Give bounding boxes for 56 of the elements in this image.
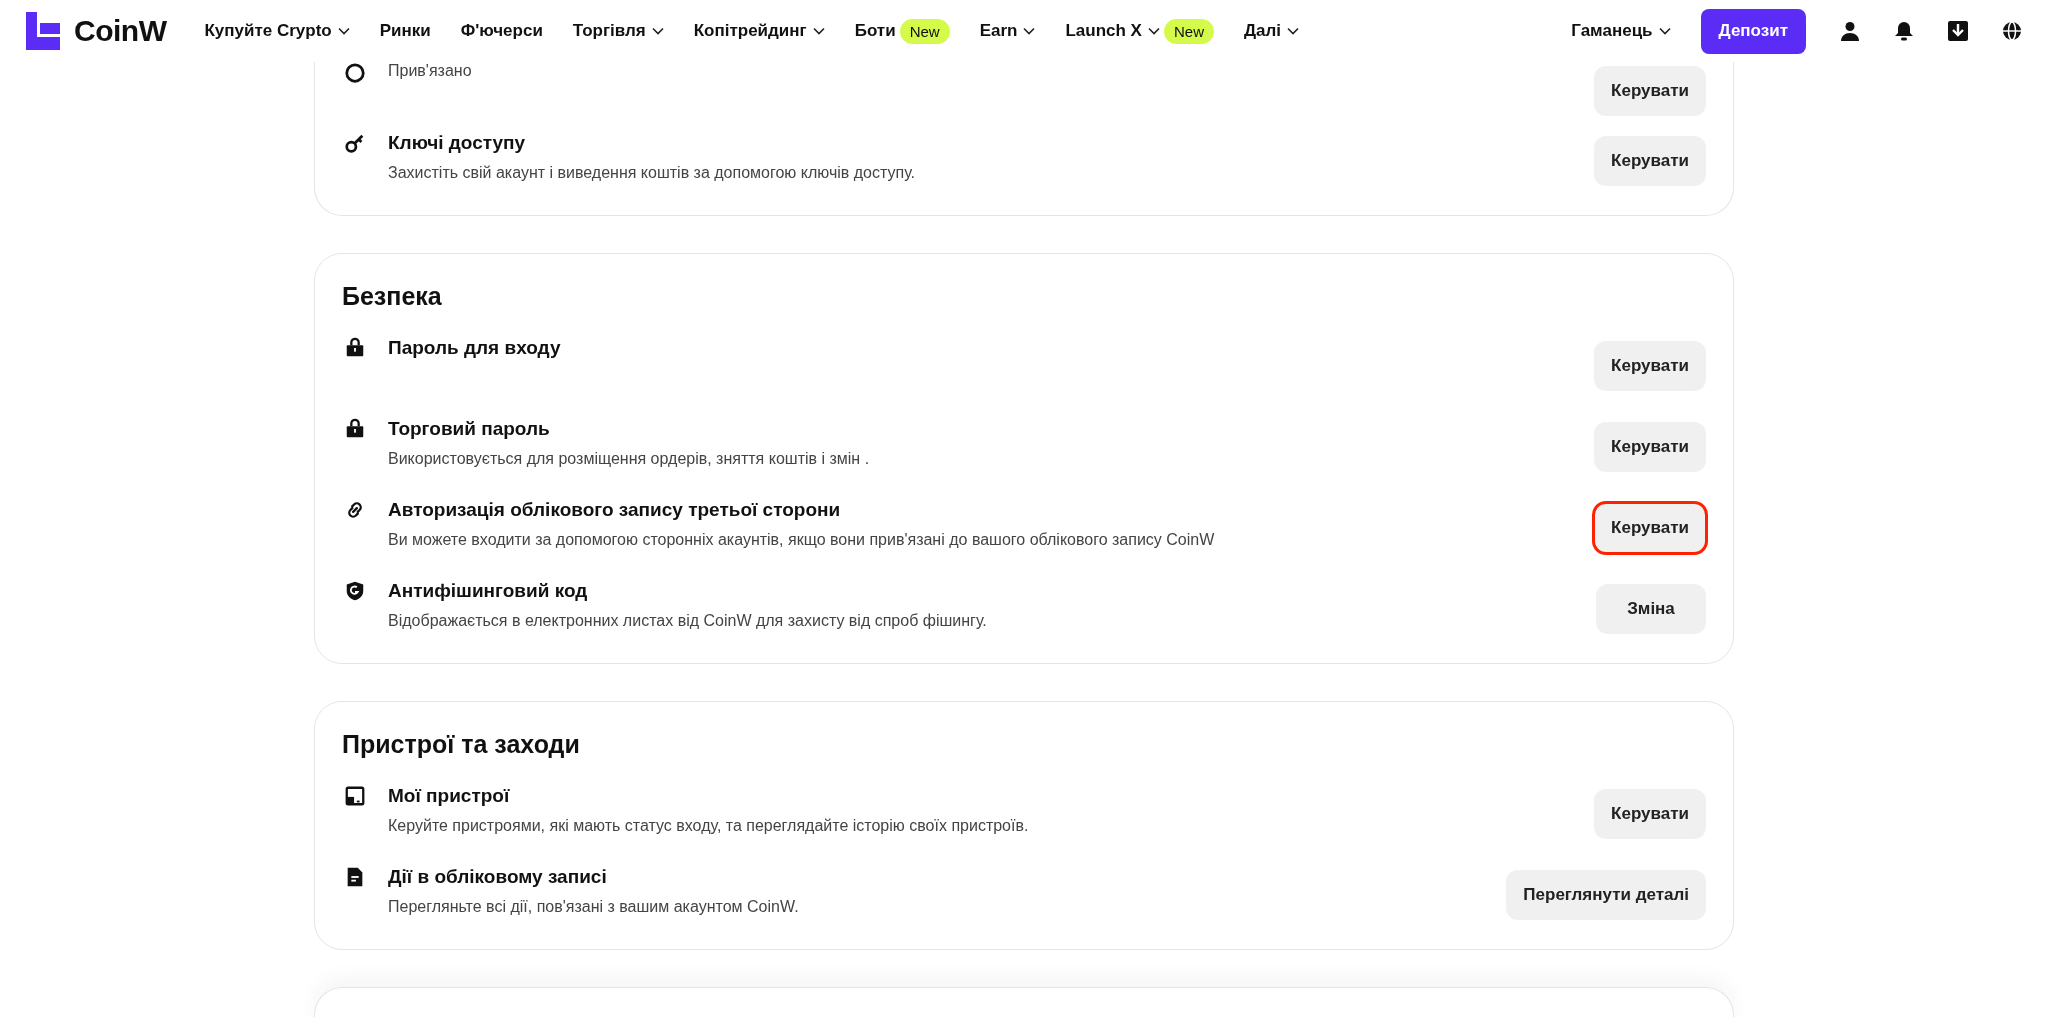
setting-description: Керуйте пристроями, які мають статус входу, та переглядайте історію своїх пристроїв. bbox=[388, 817, 1030, 835]
setting-description: Прив'язано bbox=[388, 62, 473, 80]
section-title: Безпека bbox=[342, 282, 443, 311]
circle-icon bbox=[344, 62, 366, 84]
nav-link[interactable]: Торгівля bbox=[572, 21, 664, 41]
manage-button[interactable]: Переглянути деталі bbox=[1506, 869, 1706, 920]
setting-title: Мої пристрої bbox=[388, 785, 511, 807]
setting-description: Захистіть свій акаунт і виведення коштів за допомогою ключів доступу. bbox=[388, 164, 917, 182]
nav-link[interactable]: Earn bbox=[979, 21, 1036, 41]
setting-title: Дії в обліковому записі bbox=[388, 866, 608, 888]
chevron-down-icon bbox=[1023, 27, 1036, 35]
setting-title: Антифішинговий код bbox=[388, 580, 589, 602]
setting-description: Відображається в електронних листах від CoinW для захисту від спроб фішингу. bbox=[388, 612, 988, 630]
bell-icon[interactable] bbox=[1894, 21, 1914, 41]
lock-icon bbox=[344, 337, 366, 359]
download-icon[interactable] bbox=[1948, 21, 1968, 41]
new-badge: New bbox=[899, 18, 950, 44]
nav-link[interactable]: Купуйте Crypto bbox=[204, 21, 350, 41]
shield-icon bbox=[344, 580, 366, 602]
chevron-down-icon bbox=[1147, 27, 1160, 35]
logo-text[interactable]: CoinW bbox=[74, 14, 167, 48]
manage-button[interactable]: Керувати bbox=[1594, 421, 1706, 472]
manage-button[interactable]: Керувати bbox=[1594, 135, 1706, 186]
setting-description: Ви можете входити за допомогою сторонніх акаунтів, якщо вони прив'язані до вашого облікового запису CoinW bbox=[388, 531, 1216, 549]
deposit-button[interactable]: Депозит bbox=[1700, 8, 1806, 54]
chevron-down-icon bbox=[337, 27, 350, 35]
new-badge: New bbox=[1163, 18, 1214, 44]
manage-button[interactable]: Керувати bbox=[1594, 502, 1706, 553]
nav-link[interactable]: Далі bbox=[1243, 21, 1300, 41]
nav-link[interactable]: Копітрейдинг bbox=[693, 21, 825, 41]
chevron-down-icon bbox=[812, 27, 825, 35]
chevron-down-icon bbox=[651, 27, 664, 35]
setting-title: Ключі доступу bbox=[388, 132, 527, 154]
nav-link[interactable]: Ринки bbox=[379, 21, 431, 41]
nav-link[interactable]: Ф'ючерси bbox=[460, 21, 543, 41]
manage-button[interactable]: Зміна bbox=[1596, 583, 1706, 634]
key-icon bbox=[344, 132, 366, 154]
manage-button[interactable]: Керувати bbox=[1594, 340, 1706, 391]
section-title: Пристрої та заходи bbox=[342, 730, 581, 759]
manage-button[interactable]: Керувати bbox=[1594, 66, 1706, 116]
globe-icon[interactable] bbox=[2002, 21, 2022, 41]
setting-description: Використовується для розміщення ордерів, зняття коштів і змін . bbox=[388, 450, 871, 468]
setting-title: Торговий пароль bbox=[388, 418, 551, 440]
chevron-down-icon bbox=[1658, 27, 1671, 35]
wallet-menu[interactable]: Гаманець bbox=[1571, 21, 1671, 41]
nav-link[interactable]: Launch X bbox=[1065, 21, 1160, 41]
setting-description: Перегляньте всі дії, пов'язані з вашим акаунтом CoinW. bbox=[388, 898, 800, 916]
logo-icon bbox=[26, 12, 60, 50]
setting-title: Пароль для входу bbox=[388, 337, 562, 359]
nav-link[interactable]: Боти bbox=[854, 21, 896, 41]
device-icon bbox=[344, 785, 366, 807]
user-icon[interactable] bbox=[1840, 21, 1860, 41]
setting-title: Авторизація облікового запису третьої сторони bbox=[388, 499, 842, 521]
manage-button[interactable]: Керувати bbox=[1594, 788, 1706, 839]
lock-icon bbox=[344, 418, 366, 440]
chevron-down-icon bbox=[1287, 27, 1300, 35]
